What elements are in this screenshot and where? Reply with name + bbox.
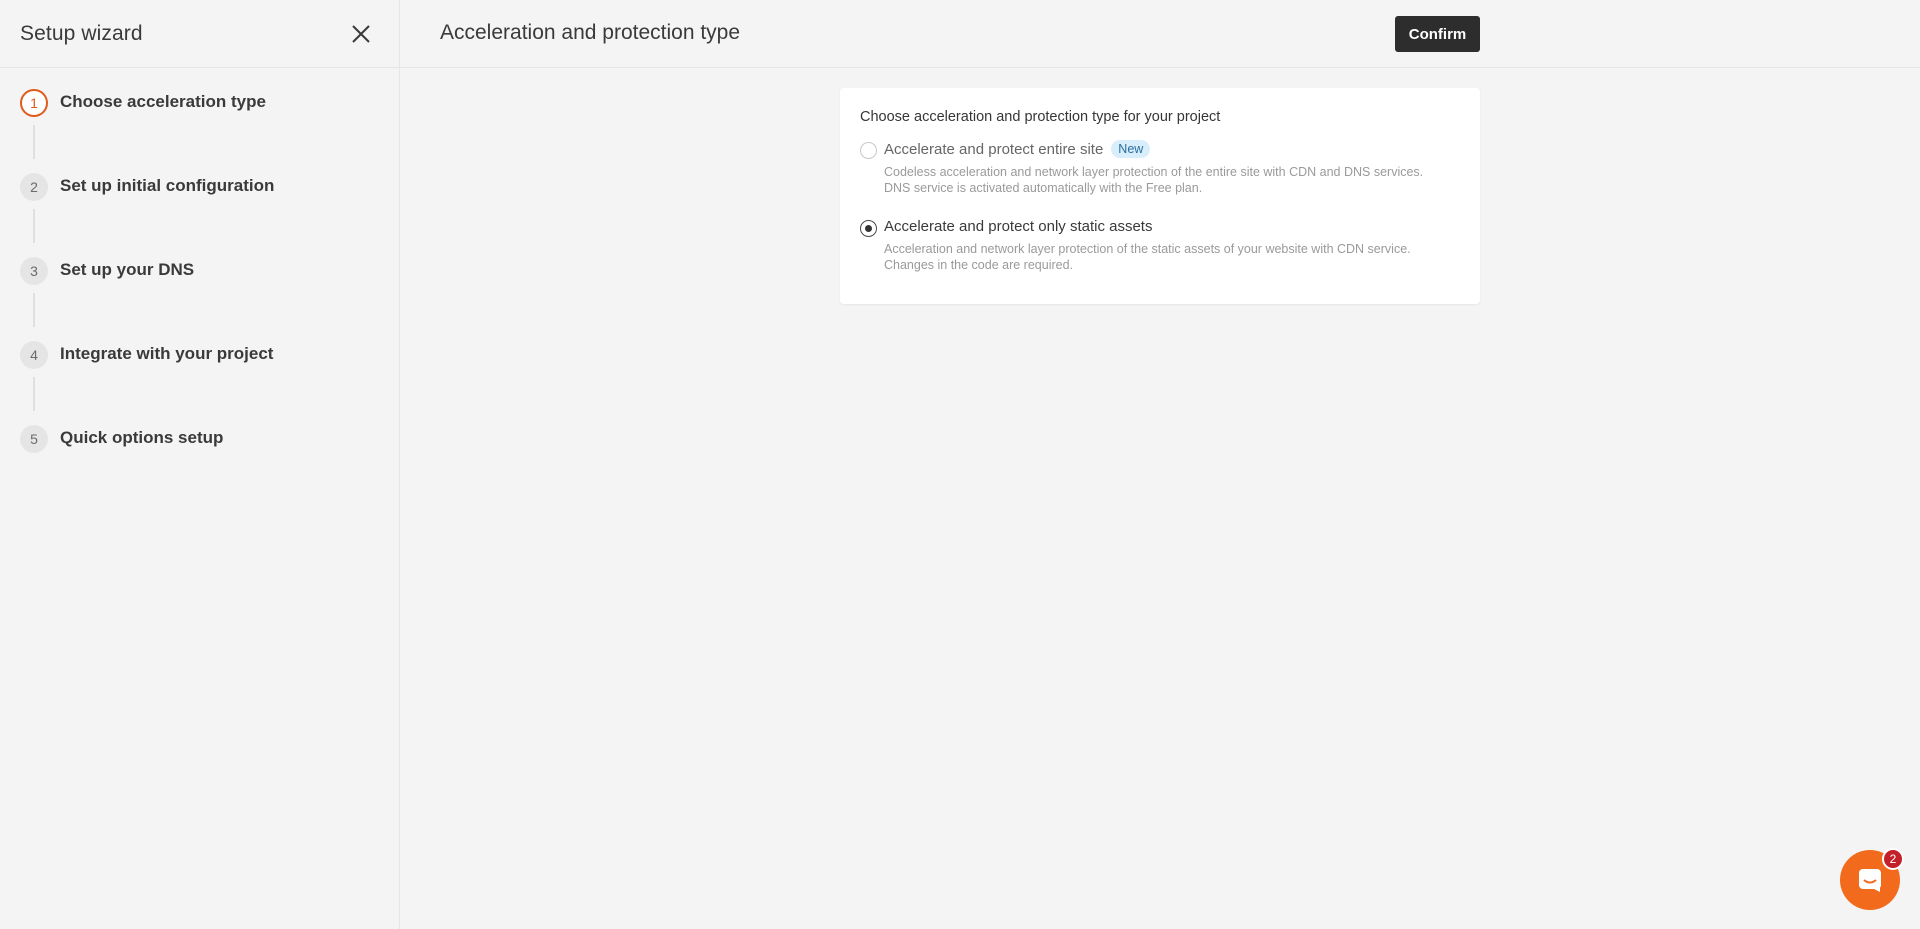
step-set-up-your-dns[interactable]: 3 Set up your DNS [0,255,399,339]
sidebar-header: Setup wizard [0,0,399,68]
step-number: 5 [20,425,48,453]
new-badge: New [1111,140,1151,158]
option-title-row: Accelerate and protect only static asset… [884,218,1411,235]
step-label: Choose acceleration type [60,92,266,111]
step-connector [33,209,35,243]
option-title-row: Accelerate and protect entire site New [884,140,1423,158]
step-set-up-initial-configuration[interactable]: 2 Set up initial configuration [0,171,399,255]
step-connector [33,293,35,327]
option-description-line: Codeless acceleration and network layer … [884,165,1424,179]
close-button[interactable] [347,20,375,48]
option-static-assets[interactable]: Accelerate and protect only static asset… [860,218,1460,273]
radio-entire-site[interactable] [860,142,877,159]
option-body: Accelerate and protect entire site New C… [884,140,1423,196]
card-heading: Choose acceleration and protection type … [860,109,1221,125]
step-label: Set up your DNS [60,260,195,279]
option-title: Accelerate and protect only static asset… [884,218,1153,235]
step-connector [33,125,35,159]
option-description-line: Changes in the code are required. [884,258,1074,272]
option-title: Accelerate and protect entire site [884,140,1104,158]
option-description-line: DNS service is activated automatically w… [884,181,1203,195]
radio-static-assets[interactable] [860,220,877,237]
step-number: 3 [20,257,48,285]
steps-list: 1 Choose acceleration type 2 Set up init… [0,68,399,507]
chat-icon [1859,869,1881,892]
confirm-button[interactable]: Confirm [1395,16,1480,52]
unread-count-badge: 2 [1882,848,1904,870]
step-integrate-with-your-project[interactable]: 4 Integrate with your project [0,339,399,423]
sidebar-title: Setup wizard [20,21,143,45]
option-description: Codeless acceleration and network layer … [884,164,1423,196]
step-number: 2 [20,173,48,201]
step-label: Quick options setup [60,428,224,447]
step-number: 1 [20,89,48,117]
step-label: Integrate with your project [60,344,274,363]
option-body: Accelerate and protect only static asset… [884,218,1411,273]
option-description-line: Acceleration and network layer protectio… [884,242,1411,256]
page-title: Acceleration and protection type [440,21,741,44]
option-entire-site[interactable]: Accelerate and protect entire site New C… [860,140,1460,196]
option-description: Acceleration and network layer protectio… [884,241,1411,273]
step-quick-options-setup[interactable]: 5 Quick options setup [0,423,399,507]
step-choose-acceleration-type[interactable]: 1 Choose acceleration type [0,87,399,171]
setup-wizard-sidebar: Setup wizard 1 Choose acceleration type … [0,0,400,929]
step-connector [33,377,35,411]
step-label: Set up initial configuration [60,176,275,195]
step-number: 4 [20,341,48,369]
close-icon [352,24,370,43]
acceleration-type-card: Choose acceleration and protection type … [840,88,1480,304]
